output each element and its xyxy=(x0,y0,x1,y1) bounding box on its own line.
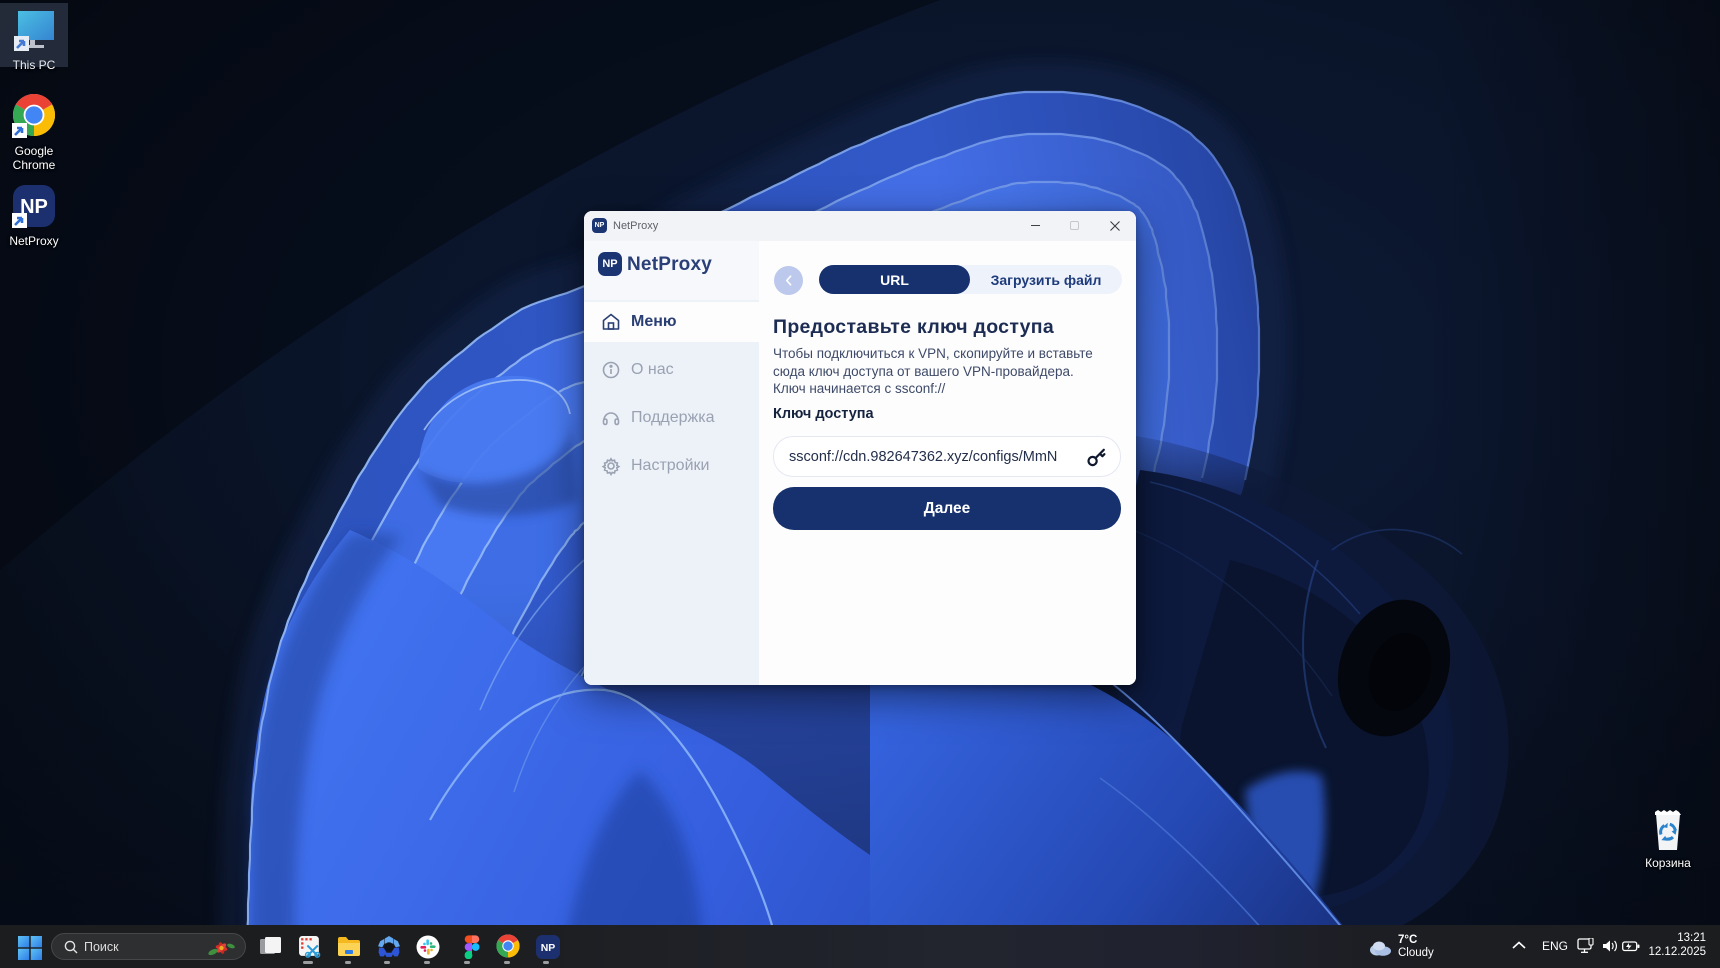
svg-text:NP: NP xyxy=(541,943,556,954)
